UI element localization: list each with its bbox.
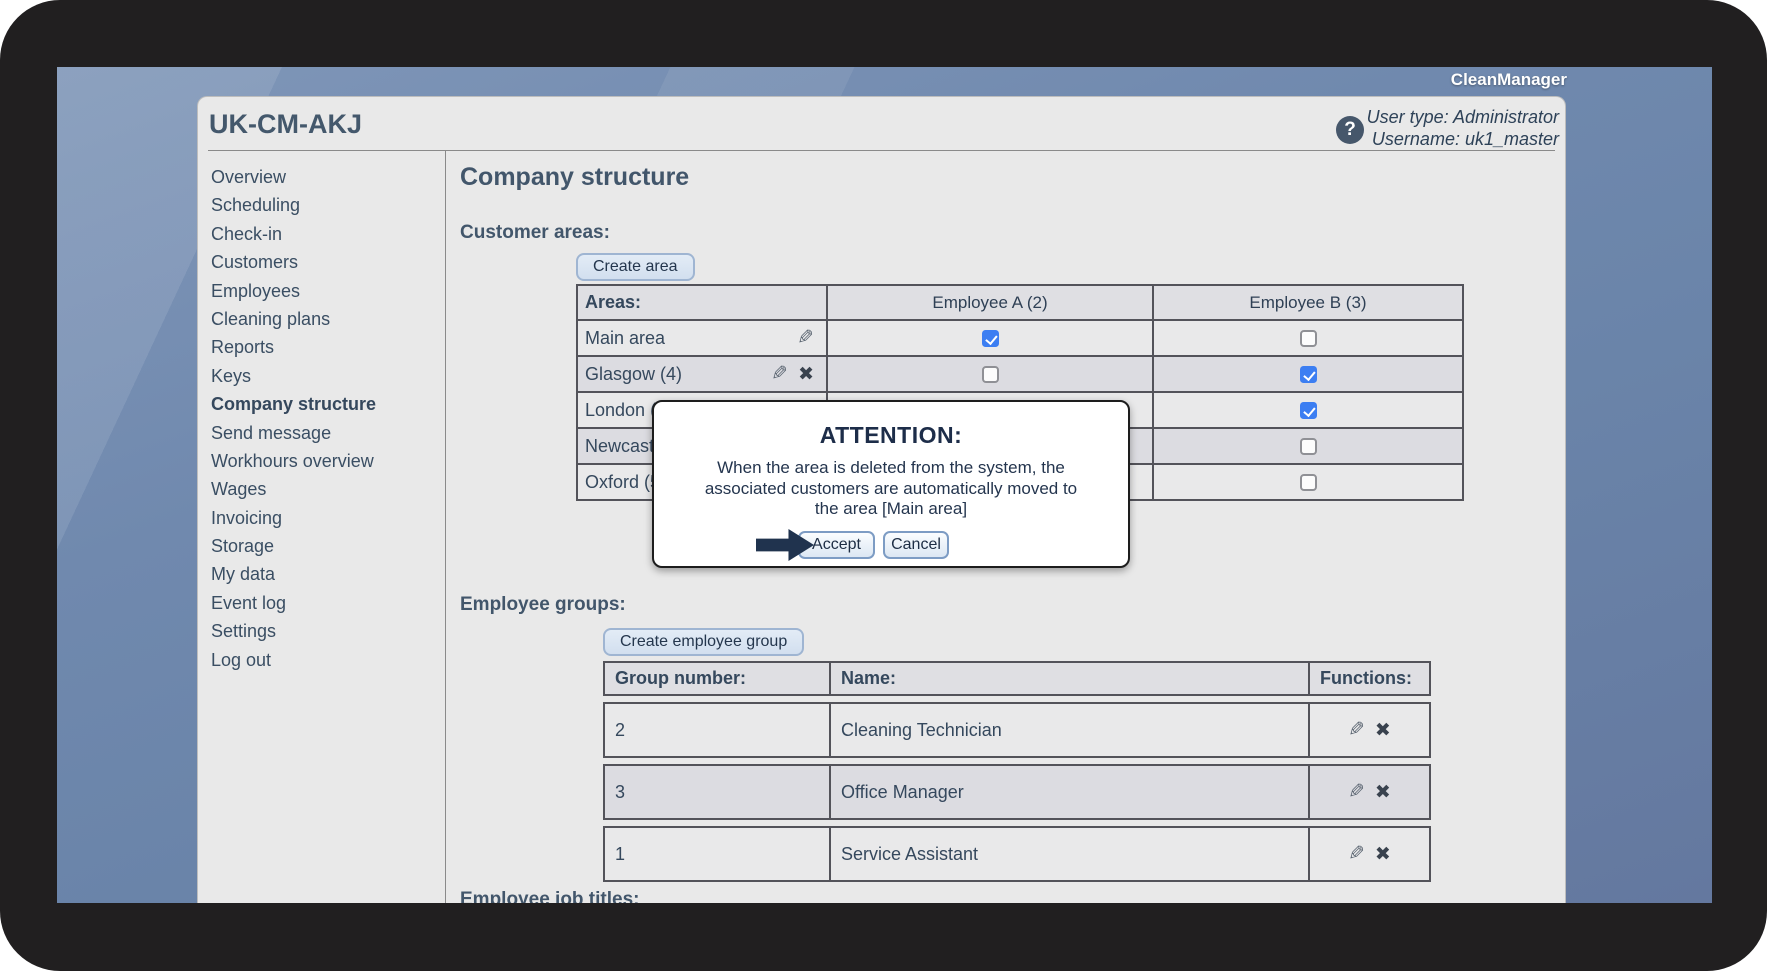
- group-number-column-header: Group number:: [605, 663, 831, 694]
- device-frame: CleanManager UK-CM-AKJ ? User type: Admi…: [0, 0, 1767, 971]
- employee-b-checkbox[interactable]: [1300, 366, 1317, 383]
- group-number: 3: [605, 766, 831, 818]
- areas-column-header: Areas:: [578, 292, 641, 313]
- sidebar-item-customers[interactable]: Customers: [211, 248, 437, 276]
- sidebar-item-reports[interactable]: Reports: [211, 333, 437, 361]
- group-row: 1 Service Assistant ✎ ✖: [603, 826, 1431, 882]
- attention-dialog: ATTENTION: When the area is deleted from…: [652, 400, 1130, 568]
- edit-area-icon[interactable]: ✎: [797, 328, 814, 348]
- cancel-button[interactable]: Cancel: [883, 531, 949, 559]
- sidebar-item-log-out[interactable]: Log out: [211, 646, 437, 674]
- sidebar-item-company-structure[interactable]: Company structure: [211, 390, 437, 418]
- sidebar-item-overview[interactable]: Overview: [211, 163, 437, 191]
- name-column-header: Name:: [831, 663, 1310, 694]
- user-info: User type: Administrator Username: uk1_m…: [1367, 106, 1559, 150]
- delete-group-icon[interactable]: ✖: [1375, 783, 1391, 802]
- dialog-message-line: associated customers are automatically m…: [654, 479, 1128, 500]
- area-row: Main area ✎: [578, 321, 1462, 357]
- employee-a-column-header: Employee A (2): [828, 293, 1152, 313]
- employee-b-checkbox[interactable]: [1300, 474, 1317, 491]
- delete-group-icon[interactable]: ✖: [1375, 721, 1391, 740]
- employee-b-checkbox[interactable]: [1300, 438, 1317, 455]
- customer-areas-label: Customer areas:: [460, 222, 610, 244]
- section-heading: Company structure: [460, 163, 689, 192]
- sidebar-item-cleaning-plans[interactable]: Cleaning plans: [211, 305, 437, 333]
- employee-a-checkbox[interactable]: [982, 366, 999, 383]
- dialog-message-line: When the area is deleted from the system…: [654, 458, 1128, 479]
- sidebar-item-workhours-overview[interactable]: Workhours overview: [211, 447, 437, 475]
- employee-job-titles-label: Employee job titles:: [460, 889, 639, 903]
- area-name: London (: [578, 400, 656, 421]
- sidebar-item-invoicing[interactable]: Invoicing: [211, 504, 437, 532]
- header-divider: [208, 150, 1555, 151]
- area-name: Oxford (5: [578, 472, 660, 493]
- area-name: Newcastl: [578, 436, 658, 457]
- functions-column-header: Functions:: [1310, 663, 1429, 694]
- area-name: Main area: [578, 328, 665, 349]
- group-name: Service Assistant: [831, 828, 1310, 880]
- areas-table-header: Areas: Employee A (2) Employee B (3): [578, 286, 1462, 321]
- group-number: 1: [605, 828, 831, 880]
- group-row: 2 Cleaning Technician ✎ ✖: [603, 702, 1431, 758]
- groups-table-header: Group number: Name: Functions:: [603, 661, 1431, 696]
- group-name: Cleaning Technician: [831, 704, 1310, 756]
- edit-group-icon[interactable]: ✎: [1348, 782, 1365, 802]
- group-name: Office Manager: [831, 766, 1310, 818]
- sidebar-item-send-message[interactable]: Send message: [211, 419, 437, 447]
- sidebar-item-scheduling[interactable]: Scheduling: [211, 191, 437, 219]
- area-name: Glasgow (4): [578, 364, 682, 385]
- sidebar-item-employees[interactable]: Employees: [211, 277, 437, 305]
- group-row: 3 Office Manager ✎ ✖: [603, 764, 1431, 820]
- help-icon[interactable]: ?: [1336, 116, 1364, 144]
- employee-b-column-header: Employee B (3): [1154, 293, 1462, 313]
- employee-b-checkbox[interactable]: [1300, 402, 1317, 419]
- employee-groups-table: Group number: Name: Functions: 2 Cleanin…: [603, 661, 1431, 888]
- page-title: UK-CM-AKJ: [209, 109, 362, 140]
- edit-area-icon[interactable]: ✎: [771, 364, 788, 384]
- create-employee-group-button[interactable]: Create employee group: [603, 628, 804, 656]
- dialog-message-line: the area [Main area]: [654, 499, 1128, 520]
- delete-group-icon[interactable]: ✖: [1375, 845, 1391, 864]
- user-type-label: User type: Administrator: [1367, 106, 1559, 128]
- dialog-message: When the area is deleted from the system…: [654, 458, 1128, 520]
- sidebar-item-event-log[interactable]: Event log: [211, 589, 437, 617]
- desktop-background: CleanManager UK-CM-AKJ ? User type: Admi…: [57, 67, 1712, 903]
- app-panel: UK-CM-AKJ ? User type: Administrator Use…: [197, 96, 1566, 903]
- sidebar-item-check-in[interactable]: Check-in: [211, 220, 437, 248]
- create-area-button[interactable]: Create area: [576, 253, 695, 281]
- edit-group-icon[interactable]: ✎: [1348, 720, 1365, 740]
- sidebar-nav: Overview Scheduling Check-in Customers E…: [211, 163, 437, 674]
- sidebar-item-storage[interactable]: Storage: [211, 532, 437, 560]
- sidebar-item-settings[interactable]: Settings: [211, 617, 437, 645]
- sidebar-divider: [445, 151, 446, 903]
- employee-a-checkbox[interactable]: [982, 330, 999, 347]
- username-label: Username: uk1_master: [1367, 128, 1559, 150]
- sidebar-item-wages[interactable]: Wages: [211, 475, 437, 503]
- brand-text: CleanManager: [1451, 70, 1567, 90]
- group-number: 2: [605, 704, 831, 756]
- delete-area-icon[interactable]: ✖: [798, 365, 814, 384]
- dialog-title: ATTENTION:: [654, 422, 1128, 449]
- sidebar-item-keys[interactable]: Keys: [211, 362, 437, 390]
- employee-b-checkbox[interactable]: [1300, 330, 1317, 347]
- employee-groups-label: Employee groups:: [460, 594, 626, 616]
- edit-group-icon[interactable]: ✎: [1348, 844, 1365, 864]
- sidebar-item-my-data[interactable]: My data: [211, 560, 437, 588]
- area-row: Glasgow (4) ✎ ✖: [578, 357, 1462, 393]
